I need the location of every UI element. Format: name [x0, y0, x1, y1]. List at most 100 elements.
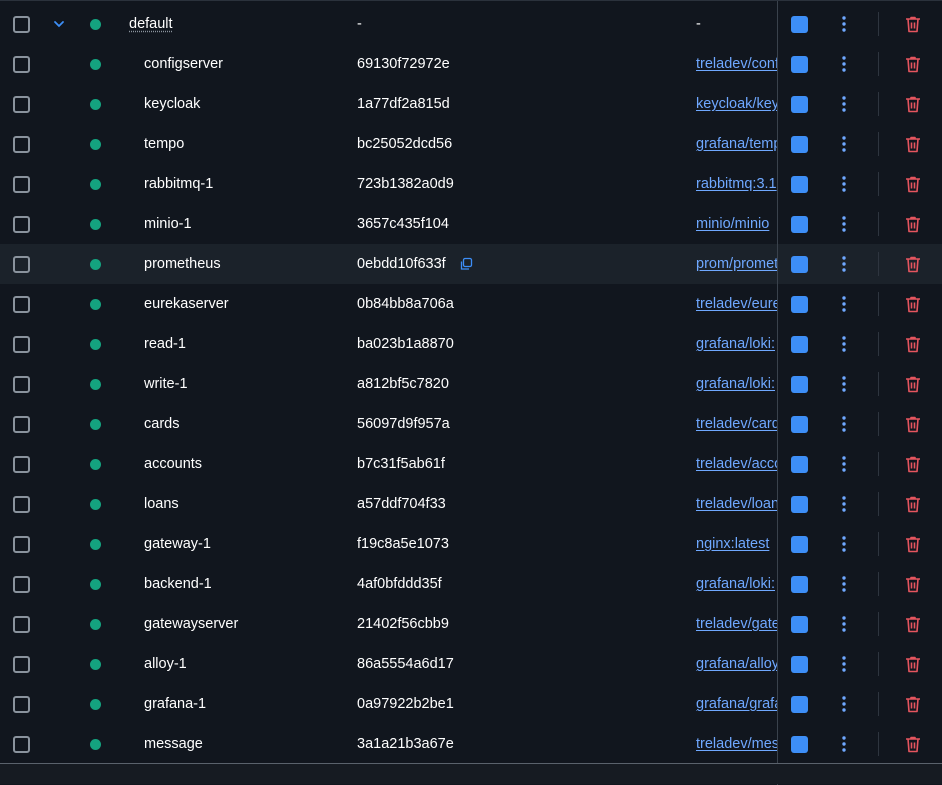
start-button[interactable]	[791, 216, 808, 233]
image-link[interactable]: keycloak/keycloak	[696, 84, 777, 124]
select-checkbox[interactable]	[13, 576, 30, 593]
table-row[interactable]: rabbitmq-1 723b1382a0d9 rabbitmq:3.1	[0, 164, 942, 204]
more-vertical-icon[interactable]	[836, 55, 852, 73]
trash-icon[interactable]	[904, 455, 922, 473]
table-row[interactable]: eurekaserver 0b84bb8a706a treladev/eurekas…	[0, 284, 942, 324]
table-row[interactable]: tempo bc25052dcd56 grafana/tempo	[0, 124, 942, 164]
table-row[interactable]: prometheus 0ebdd10f633f prom/prometheus	[0, 244, 942, 284]
image-link[interactable]: treladev/eurekaserver	[696, 284, 777, 324]
start-button[interactable]	[791, 96, 808, 113]
trash-icon[interactable]	[904, 335, 922, 353]
start-button[interactable]	[791, 16, 808, 33]
more-vertical-icon[interactable]	[836, 215, 852, 233]
table-row[interactable]: read-1 ba023b1a8870 grafana/loki:	[0, 324, 942, 364]
start-button[interactable]	[791, 256, 808, 273]
trash-icon[interactable]	[904, 695, 922, 713]
table-row[interactable]: gateway-1 f19c8a5e1073 nginx:latest	[0, 524, 942, 564]
select-checkbox[interactable]	[13, 56, 30, 73]
more-vertical-icon[interactable]	[836, 655, 852, 673]
more-vertical-icon[interactable]	[836, 295, 852, 313]
start-button[interactable]	[791, 576, 808, 593]
start-button[interactable]	[791, 376, 808, 393]
table-row[interactable]: minio-1 3657c435f104 minio/minio	[0, 204, 942, 244]
image-link[interactable]: grafana/tempo	[696, 124, 777, 164]
more-vertical-icon[interactable]	[836, 375, 852, 393]
trash-icon[interactable]	[904, 15, 922, 33]
trash-icon[interactable]	[904, 495, 922, 513]
more-vertical-icon[interactable]	[836, 335, 852, 353]
more-vertical-icon[interactable]	[836, 495, 852, 513]
image-link[interactable]: grafana/loki:	[696, 364, 777, 404]
select-checkbox[interactable]	[13, 536, 30, 553]
start-button[interactable]	[791, 136, 808, 153]
table-row[interactable]: alloy-1 86a5554a6d17 grafana/alloy	[0, 644, 942, 684]
start-button[interactable]	[791, 56, 808, 73]
image-link[interactable]: prom/prometheus	[696, 244, 777, 284]
more-vertical-icon[interactable]	[836, 695, 852, 713]
select-checkbox[interactable]	[13, 256, 30, 273]
table-row[interactable]: write-1 a812bf5c7820 grafana/loki:	[0, 364, 942, 404]
more-vertical-icon[interactable]	[836, 135, 852, 153]
table-row[interactable]: gatewayserver 21402f56cbb9 treladev/gatewa…	[0, 604, 942, 644]
table-row[interactable]: message 3a1a21b3a67e treladev/message	[0, 724, 942, 764]
trash-icon[interactable]	[904, 575, 922, 593]
trash-icon[interactable]	[904, 55, 922, 73]
image-link[interactable]: grafana/grafana	[696, 684, 777, 724]
more-vertical-icon[interactable]	[836, 175, 852, 193]
more-vertical-icon[interactable]	[836, 255, 852, 273]
image-link[interactable]: treladev/configserver	[696, 44, 777, 84]
image-link[interactable]: treladev/cards	[696, 404, 777, 444]
trash-icon[interactable]	[904, 95, 922, 113]
start-button[interactable]	[791, 336, 808, 353]
image-link[interactable]: treladev/loans	[696, 484, 777, 524]
table-row[interactable]: cards 56097d9f957a treladev/cards	[0, 404, 942, 444]
select-checkbox[interactable]	[13, 16, 30, 33]
table-row[interactable]: accounts b7c31f5ab61f treladev/accounts	[0, 444, 942, 484]
trash-icon[interactable]	[904, 375, 922, 393]
table-row[interactable]: backend-1 4af0bfddd35f grafana/loki:	[0, 564, 942, 604]
select-checkbox[interactable]	[13, 296, 30, 313]
trash-icon[interactable]	[904, 735, 922, 753]
trash-icon[interactable]	[904, 415, 922, 433]
start-button[interactable]	[791, 696, 808, 713]
trash-icon[interactable]	[904, 655, 922, 673]
image-link[interactable]: grafana/loki:	[696, 564, 777, 604]
select-checkbox[interactable]	[13, 376, 30, 393]
trash-icon[interactable]	[904, 615, 922, 633]
trash-icon[interactable]	[904, 295, 922, 313]
copy-icon[interactable]	[459, 257, 473, 271]
table-row[interactable]: loans a57ddf704f33 treladev/loans	[0, 484, 942, 524]
image-link[interactable]: treladev/accounts	[696, 444, 777, 484]
start-button[interactable]	[791, 616, 808, 633]
more-vertical-icon[interactable]	[836, 415, 852, 433]
image-link[interactable]: nginx:latest	[696, 524, 777, 564]
chevron-down-icon[interactable]	[52, 17, 66, 31]
trash-icon[interactable]	[904, 135, 922, 153]
select-checkbox[interactable]	[13, 656, 30, 673]
table-row[interactable]: configserver 69130f72972e treladev/configs…	[0, 44, 942, 84]
more-vertical-icon[interactable]	[836, 455, 852, 473]
more-vertical-icon[interactable]	[836, 15, 852, 33]
select-checkbox[interactable]	[13, 616, 30, 633]
image-link[interactable]: grafana/alloy	[696, 644, 777, 684]
select-checkbox[interactable]	[13, 216, 30, 233]
select-checkbox[interactable]	[13, 176, 30, 193]
start-button[interactable]	[791, 656, 808, 673]
container-group-row[interactable]: default - -	[0, 4, 942, 44]
select-checkbox[interactable]	[13, 696, 30, 713]
table-row[interactable]: keycloak 1a77df2a815d keycloak/keycloak	[0, 84, 942, 124]
image-link[interactable]: treladev/message	[696, 724, 777, 764]
trash-icon[interactable]	[904, 175, 922, 193]
image-link[interactable]: grafana/loki:	[696, 324, 777, 364]
image-link[interactable]: rabbitmq:3.1	[696, 164, 777, 204]
select-checkbox[interactable]	[13, 736, 30, 753]
table-row[interactable]: grafana-1 0a97922b2be1 grafana/grafana	[0, 684, 942, 724]
more-vertical-icon[interactable]	[836, 615, 852, 633]
select-checkbox[interactable]	[13, 336, 30, 353]
select-checkbox[interactable]	[13, 416, 30, 433]
select-checkbox[interactable]	[13, 496, 30, 513]
more-vertical-icon[interactable]	[836, 535, 852, 553]
more-vertical-icon[interactable]	[836, 575, 852, 593]
trash-icon[interactable]	[904, 535, 922, 553]
start-button[interactable]	[791, 176, 808, 193]
